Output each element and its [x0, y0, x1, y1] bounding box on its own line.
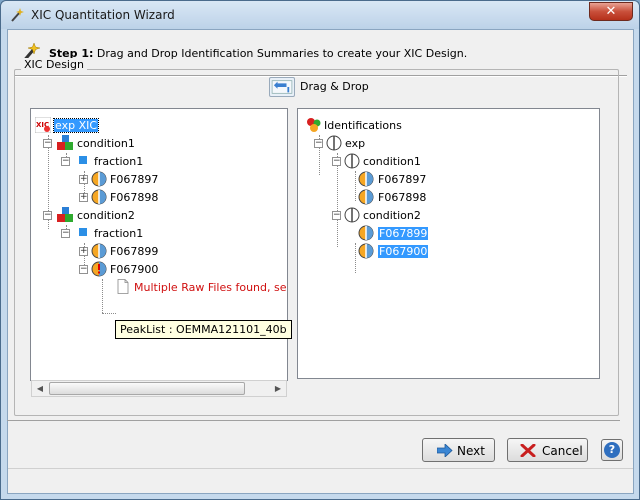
identifications-icon [307, 118, 321, 132]
tree-node-label: condition2 [363, 209, 421, 222]
identifications-tree[interactable]: Identifications − exp − condition1 F0678… [297, 108, 600, 379]
cancel-label: Cancel [542, 444, 583, 458]
collapse-toggle[interactable]: − [43, 139, 52, 148]
collapse-toggle[interactable]: − [79, 265, 88, 274]
identification-icon [91, 243, 107, 259]
identification-icon [91, 189, 107, 205]
status-bar [8, 468, 633, 492]
identification-icon [358, 225, 374, 241]
drag-drop-icon [269, 77, 295, 97]
button-divider [7, 420, 620, 421]
help-button[interactable]: ? [601, 439, 623, 461]
expand-toggle[interactable]: + [79, 193, 88, 202]
next-button[interactable]: Next [422, 438, 495, 462]
arrow-right-icon [437, 444, 453, 457]
window-title: XIC Quantitation Wizard [31, 8, 175, 22]
wand-app-icon [11, 8, 24, 22]
fraction-icon [79, 228, 87, 236]
expand-toggle[interactable]: + [79, 175, 88, 184]
document-icon [117, 279, 129, 294]
tree-connector [355, 243, 356, 273]
tree-connector [337, 153, 338, 247]
identification-icon [358, 171, 374, 187]
tree-node-label: fraction1 [94, 227, 144, 240]
xic-icon: XIC [35, 117, 51, 133]
drag-drop-label: Drag & Drop [300, 80, 369, 93]
collapse-toggle[interactable]: − [61, 229, 70, 238]
collapse-toggle[interactable]: − [332, 157, 341, 166]
identification-icon [358, 189, 374, 205]
tree-node-label: fraction1 [94, 155, 144, 168]
identification-warning-icon [91, 261, 107, 277]
peaklist-tooltip: PeakList : OEMMA121101_40b [115, 320, 292, 339]
title-bar[interactable]: XIC Quantitation Wizard ✕ [1, 1, 639, 29]
tree-node-label: condition2 [77, 209, 135, 222]
tree-node-label: condition1 [363, 155, 421, 168]
dataset-icon [344, 207, 360, 223]
collapse-toggle[interactable]: − [43, 211, 52, 220]
help-icon: ? [604, 442, 620, 458]
error-message: Multiple Raw Files found, select [134, 281, 288, 294]
tree-node-label: exp [345, 137, 366, 150]
condition-icon [57, 207, 73, 222]
tree-node-label: F067900 [378, 245, 429, 258]
tree-connector [102, 313, 116, 314]
tree-node-label: F067897 [110, 173, 159, 186]
tree-node-label: Identifications [324, 119, 402, 132]
tree-connector [355, 171, 356, 201]
dataset-icon [344, 153, 360, 169]
fraction-icon [79, 156, 87, 164]
tree-node-label: F067899 [110, 245, 159, 258]
tree-node-label: F067898 [110, 191, 159, 204]
tree-connector [102, 279, 103, 313]
scroll-left-arrow-icon[interactable]: ◀ [32, 381, 48, 396]
tree-node-label: F067898 [378, 191, 427, 204]
identification-icon [358, 243, 374, 259]
next-label: Next [457, 444, 485, 458]
tree-node-label: F067900 [110, 263, 159, 276]
close-button[interactable]: ✕ [589, 2, 633, 21]
horizontal-scrollbar[interactable]: ◀ ▶ [31, 380, 287, 397]
step-description: Drag and Drop Identification Summaries t… [93, 47, 468, 60]
cancel-icon [520, 444, 536, 457]
step-instruction: Step 1: Drag and Drop Identification Sum… [49, 47, 467, 60]
collapse-toggle[interactable]: − [61, 157, 70, 166]
group-title: XIC Design [21, 58, 87, 71]
tree-node-label: condition1 [77, 137, 135, 150]
expand-toggle[interactable]: + [79, 247, 88, 256]
identification-icon [91, 171, 107, 187]
cancel-button[interactable]: Cancel [507, 438, 588, 462]
collapse-toggle[interactable]: − [332, 211, 341, 220]
xic-design-tree[interactable]: XIC exp XIC − condition1 − fraction1 + F… [30, 108, 288, 381]
wizard-window: XIC Quantitation Wizard ✕ Step 1: Drag a… [0, 0, 640, 500]
dataset-icon [326, 135, 342, 151]
tree-node-label: F067899 [378, 227, 429, 240]
scroll-right-arrow-icon[interactable]: ▶ [270, 381, 286, 396]
scrollbar-thumb[interactable] [49, 382, 245, 395]
condition-icon [57, 135, 73, 150]
tree-node-root-label: exp XIC [52, 118, 100, 133]
collapse-toggle[interactable]: − [314, 139, 323, 148]
tree-node-label: F067897 [378, 173, 427, 186]
